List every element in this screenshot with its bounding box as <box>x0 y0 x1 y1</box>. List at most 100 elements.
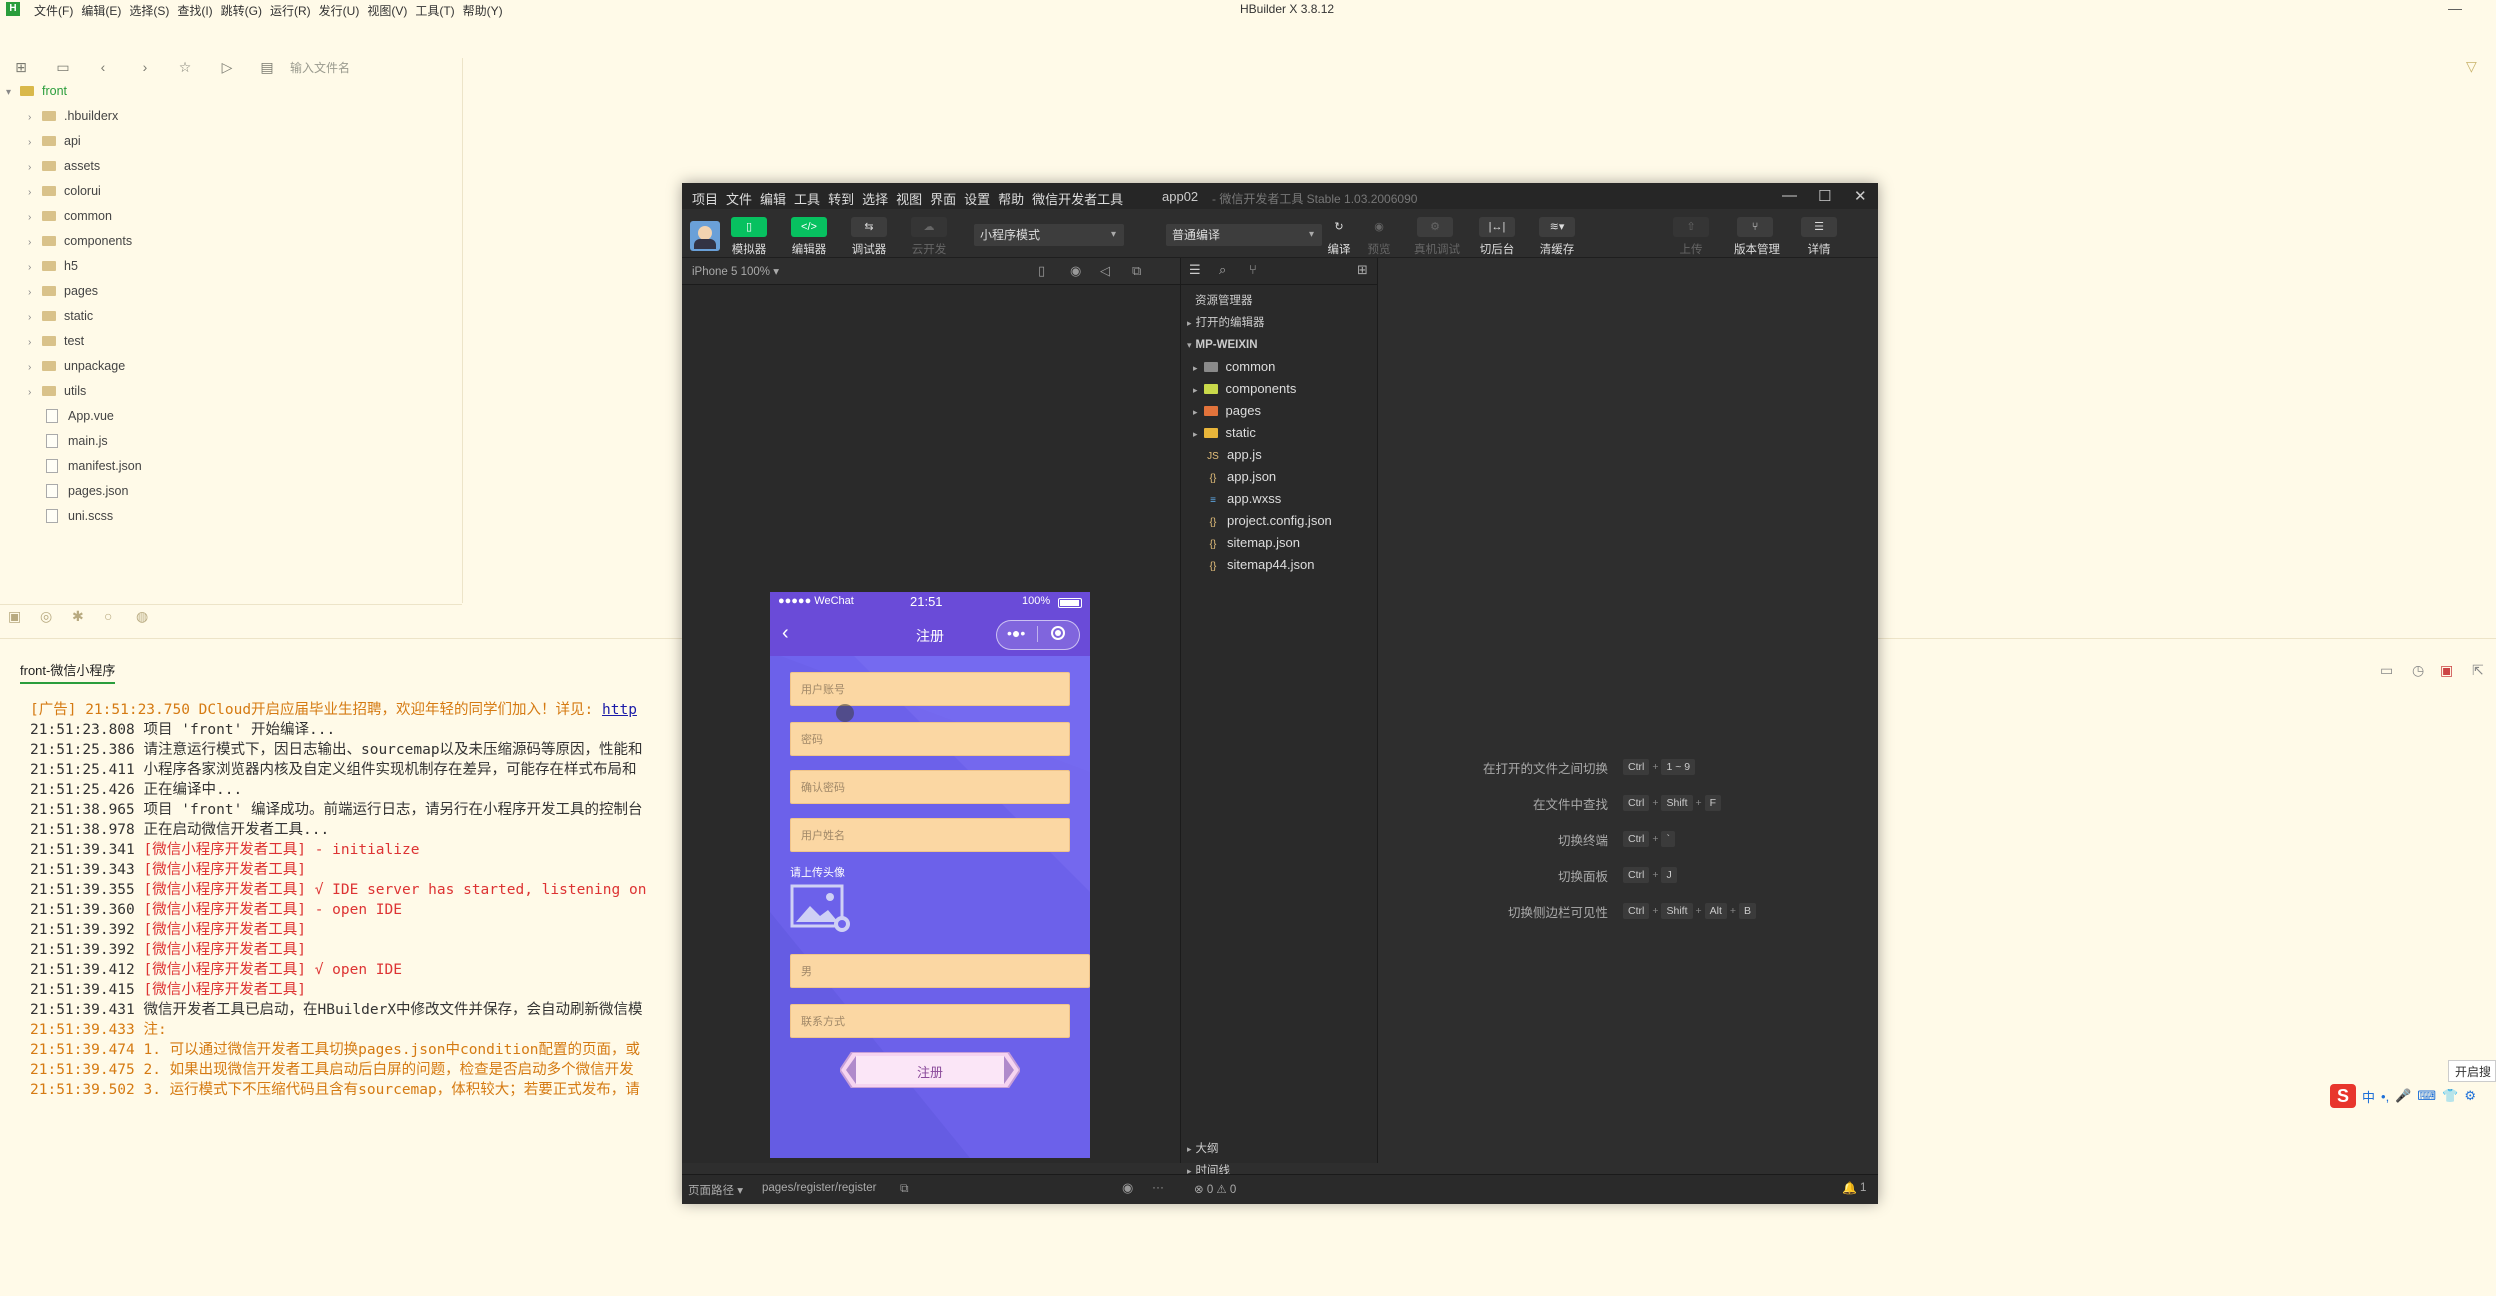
ime-item-icon[interactable]: ⌨ <box>2417 1088 2436 1104</box>
preview-button[interactable]: ◉ 预览 <box>1358 217 1400 257</box>
debugger-button[interactable]: ⇆ 调试器 <box>848 217 890 257</box>
wx-tree-file[interactable]: {} project.config.json <box>1207 510 1332 532</box>
tree-folder[interactable]: › common <box>28 205 112 227</box>
wx-tree-folder[interactable]: ▸ common <box>1193 356 1275 378</box>
compile-button[interactable]: ↻ 编译 <box>1318 217 1360 257</box>
ime-item-icon[interactable]: 中 <box>2362 1087 2375 1106</box>
wx-tree-file[interactable]: {} sitemap44.json <box>1207 554 1315 576</box>
mp-weixin-root[interactable]: ▾ MP-WEIXIN <box>1187 334 1258 356</box>
tree-folder[interactable]: › static <box>28 305 93 327</box>
bell-icon[interactable]: 🔔 <box>1842 1181 1857 1195</box>
wx-tree-folder[interactable]: ▸ pages <box>1193 400 1261 422</box>
search-icon[interactable]: ○ <box>104 608 112 624</box>
mode-select[interactable]: 小程序模式 <box>974 224 1124 246</box>
upload-button[interactable]: ⇧ 上传 <box>1670 217 1712 257</box>
menu-item[interactable]: 发行(U) <box>319 2 360 19</box>
wx-menu-item[interactable]: 设置 <box>964 189 990 208</box>
minimize-icon[interactable]: — <box>2448 0 2462 16</box>
plugin-icon[interactable]: ◎ <box>40 608 52 625</box>
tree-file[interactable]: main.js <box>46 430 108 452</box>
console-stop-icon[interactable]: ▣ <box>2440 662 2453 679</box>
version-mgmt-button[interactable]: ⑂ 版本管理 <box>1734 217 1780 257</box>
wx-tree-file[interactable]: {} app.json <box>1207 466 1277 488</box>
tree-file[interactable]: uni.scss <box>46 505 113 527</box>
menu-item[interactable]: 工具(T) <box>415 2 454 19</box>
wx-menu-item[interactable]: 选择 <box>862 189 888 208</box>
image-upload-icon[interactable] <box>790 884 852 934</box>
switch-backend-button[interactable]: |↔| 切后台 <box>1476 217 1518 257</box>
simulator-button[interactable]: ▯ 模拟器 <box>728 217 770 257</box>
console-tab[interactable]: front-微信小程序 <box>20 660 116 684</box>
wx-menu-item[interactable]: 文件 <box>726 189 752 208</box>
wx-menu-item[interactable]: 项目 <box>692 189 718 208</box>
extension-icon[interactable]: ⊞ <box>1357 262 1368 278</box>
page-path-label[interactable]: 页面路径 ▾ <box>688 1182 743 1198</box>
tree-folder[interactable]: › test <box>28 330 84 352</box>
outline-section[interactable]: ▸ 大纲 <box>1187 1138 1219 1160</box>
tree-folder[interactable]: › .hbuilderx <box>28 105 118 127</box>
clear-cache-button[interactable]: ≋▾ 清缓存 <box>1536 217 1578 257</box>
close-miniprogram-icon[interactable] <box>1051 626 1065 640</box>
console-link[interactable]: http <box>602 702 637 718</box>
open-editors-section[interactable]: ▸ 打开的编辑器 <box>1187 312 1265 334</box>
wx-tree-folder[interactable]: ▸ components <box>1193 378 1296 400</box>
visibility-icon[interactable]: ◉ <box>1122 1180 1133 1196</box>
tree-folder[interactable]: › colorui <box>28 180 101 202</box>
more-icon[interactable]: •●• <box>1007 625 1025 641</box>
record-icon[interactable]: ◉ <box>1070 263 1081 279</box>
wx-menu-item[interactable]: 转到 <box>828 189 854 208</box>
wx-maximize-icon[interactable]: ☐ <box>1818 187 1831 205</box>
wx-menu-item[interactable]: 界面 <box>930 189 956 208</box>
tree-folder[interactable]: › components <box>28 230 132 252</box>
ime-item-icon[interactable]: ⚙ <box>2464 1088 2476 1104</box>
wx-menu-item[interactable]: 视图 <box>896 189 922 208</box>
menu-item[interactable]: 运行(R) <box>270 2 311 19</box>
password-input[interactable]: 密码 <box>790 722 1070 756</box>
menu-item[interactable]: 文件(F) <box>34 2 73 19</box>
realname-input[interactable]: 用户姓名 <box>790 818 1070 852</box>
menu-item[interactable]: 编辑(E) <box>81 2 121 19</box>
wx-menu-item[interactable]: 工具 <box>794 189 820 208</box>
device-select[interactable]: iPhone 5 100% ▾ <box>692 264 779 278</box>
ime-item-icon[interactable]: 🎤 <box>2395 1088 2411 1104</box>
problems-counter[interactable]: ⊗ 0 ⚠ 0 <box>1194 1182 1236 1196</box>
tree-folder[interactable]: › utils <box>28 380 86 402</box>
copy-icon[interactable]: ⧉ <box>900 1181 909 1196</box>
more-options-icon[interactable]: ··· <box>1152 1180 1164 1194</box>
wx-menu-item[interactable]: 编辑 <box>760 189 786 208</box>
console-lock-icon[interactable]: ◷ <box>2412 662 2424 679</box>
compile-mode-select[interactable]: 普通编译 <box>1166 224 1322 246</box>
tree-folder[interactable]: › assets <box>28 155 100 177</box>
menu-item[interactable]: 跳转(G) <box>221 2 262 19</box>
sogou-ime-icon[interactable]: S <box>2330 1084 2356 1108</box>
git-icon[interactable]: ◍ <box>136 608 148 625</box>
tree-file[interactable]: App.vue <box>46 405 114 427</box>
wx-tree-folder[interactable]: ▸ static <box>1193 422 1256 444</box>
tree-file[interactable]: manifest.json <box>46 455 142 477</box>
explorer-search-icon[interactable]: ⌕ <box>1219 262 1226 278</box>
console-clear-icon[interactable]: ▭ <box>2380 662 2393 679</box>
contact-input[interactable]: 联系方式 <box>790 1004 1070 1038</box>
wx-menu-item[interactable]: 帮助 <box>998 189 1024 208</box>
menu-item[interactable]: 帮助(Y) <box>463 2 503 19</box>
gender-input[interactable]: 男 <box>790 954 1090 988</box>
confirm-password-input[interactable]: 确认密码 <box>790 770 1070 804</box>
list-icon[interactable]: ☰ <box>1189 262 1201 278</box>
popout-icon[interactable]: ⧉ <box>1132 263 1141 279</box>
tree-folder[interactable]: › unpackage <box>28 355 125 377</box>
ime-item-icon[interactable]: 👕 <box>2442 1088 2458 1104</box>
menu-item[interactable]: 选择(S) <box>129 2 169 19</box>
ime-item-icon[interactable]: •, <box>2381 1089 2389 1104</box>
bug-icon[interactable]: ✱ <box>72 608 84 625</box>
tree-folder[interactable]: › pages <box>28 280 98 302</box>
wx-minimize-icon[interactable]: — <box>1782 187 1797 204</box>
wx-tree-file[interactable]: JS app.js <box>1207 444 1262 466</box>
cloud-button[interactable]: ☁ 云开发 <box>908 217 950 257</box>
user-avatar[interactable] <box>690 221 720 251</box>
filter-icon[interactable]: ▽ <box>2466 58 2477 75</box>
wx-menu-item[interactable]: 微信开发者工具 <box>1032 189 1123 208</box>
editor-button[interactable]: </> 编辑器 <box>788 217 830 257</box>
source-control-icon[interactable]: ⑂ <box>1249 262 1257 277</box>
console-popout-icon[interactable]: ⇱ <box>2472 662 2484 679</box>
details-button[interactable]: ☰ 详情 <box>1798 217 1840 257</box>
